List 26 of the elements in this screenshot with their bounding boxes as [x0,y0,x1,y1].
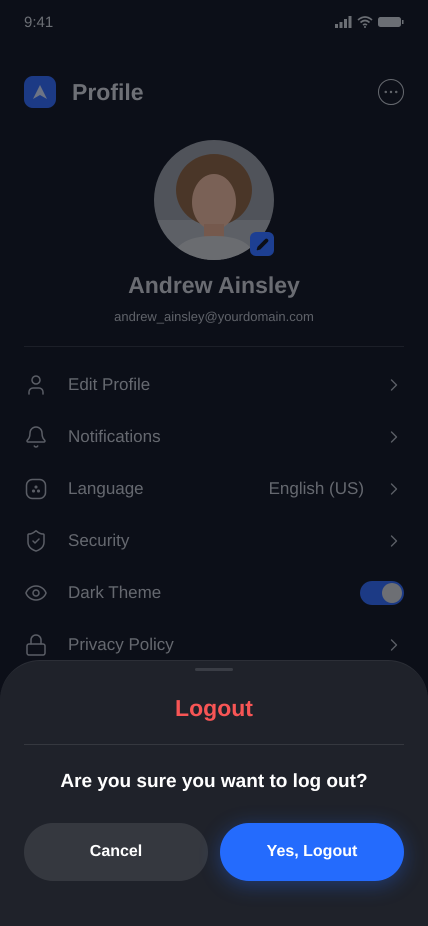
page-title: Profile [72,78,145,106]
more-icon[interactable] [378,79,404,105]
menu-item[interactable]: Dark Theme [68,583,340,603]
menu-item[interactable]: Security [68,531,364,551]
edit-avatar-button[interactable] [250,232,274,256]
menu-value: English (US) [268,479,364,499]
sheet-title: Logout [175,695,253,722]
pencil-icon [256,238,268,250]
toggle-switch[interactable] [360,581,404,605]
menu-item[interactable]: Privacy Policy [68,635,364,655]
lock-icon [24,633,48,657]
menu-item[interactable]: Notifications [68,427,364,447]
language-icon [24,477,48,501]
signal-icon [335,16,352,28]
bell-icon [24,425,48,449]
cancel-button[interactable]: Cancel [24,823,208,881]
profile-email: andrew_ainsley@yourdomain.com [114,309,314,324]
menu-item[interactable]: Edit Profile [68,375,364,395]
logout-button[interactable]: Yes, Logout [220,823,404,881]
battery-icon [378,16,404,28]
status-time: 9:41 [24,14,54,30]
menu-item[interactable]: Language [68,479,249,499]
profile-name: Andrew Ainsley [128,272,300,299]
confirm-message: Are you sure you want to log out? [60,771,368,793]
app-logo [24,76,56,108]
wifi-icon [357,16,373,28]
